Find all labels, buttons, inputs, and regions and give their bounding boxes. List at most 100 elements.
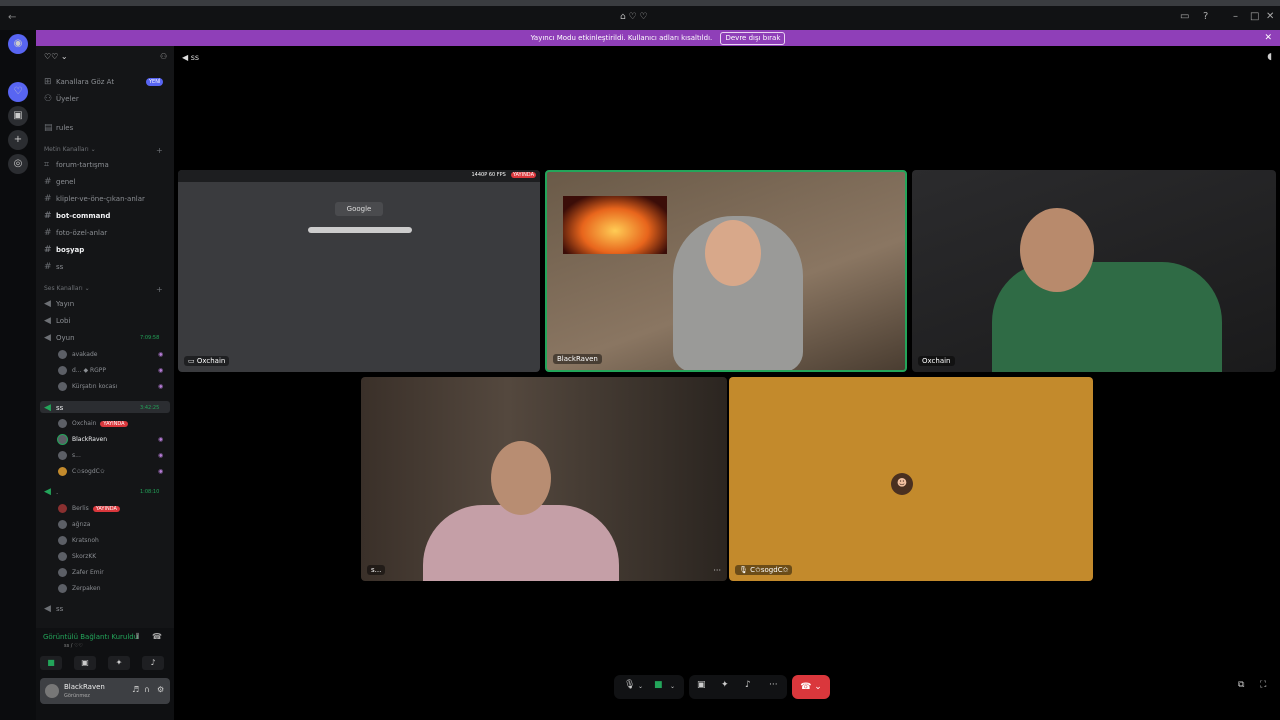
disconnect-call-button[interactable]: ☎ ⌄ — [792, 675, 830, 699]
members-item[interactable]: ⚇ Üyeler — [44, 94, 79, 104]
activity-icon[interactable]: ✦ — [108, 656, 130, 670]
video-tile[interactable]: Oxchain — [912, 170, 1276, 372]
person-head — [705, 220, 761, 286]
speaker-icon: ◀ — [44, 316, 51, 326]
chevron-down-icon[interactable]: ⌄ — [638, 683, 643, 690]
search-bar — [308, 227, 412, 233]
activity-icon[interactable]: ✦ — [721, 680, 729, 690]
chevron-down-icon[interactable]: ⌄ — [670, 683, 675, 690]
screen-share-icon[interactable]: ▣ — [697, 680, 706, 690]
more-options-icon[interactable]: ··· — [713, 566, 721, 575]
soundboard-icon[interactable]: ♪ — [745, 680, 751, 690]
channel-ss-text[interactable]: # ss — [44, 262, 63, 272]
stream-icon: ◉ — [158, 367, 164, 374]
speaker-icon: ◀ — [44, 604, 51, 614]
voice-ss-2[interactable]: ◀ ss — [44, 604, 63, 614]
channel-bot-command[interactable]: # bot-command — [44, 211, 110, 221]
avatar — [58, 419, 67, 428]
voice-user[interactable]: avakade — [58, 350, 97, 359]
user-panel[interactable]: BlackRaven Görünmez ♬ ∩ ⚙ — [40, 678, 170, 704]
channel-bosyap[interactable]: # boşyap — [44, 245, 84, 255]
add-member-icon[interactable]: ⚇ — [160, 52, 167, 61]
camera-icon[interactable]: ■ — [654, 680, 663, 690]
voice-user[interactable]: Kürşatın kocası — [58, 382, 117, 391]
add-voice-channel-icon[interactable]: + — [156, 285, 163, 294]
video-tile[interactable]: s... ··· — [361, 377, 727, 581]
browse-channels[interactable]: ⊞ Kanallara Göz At — [44, 77, 114, 87]
channel-genel[interactable]: # genel — [44, 177, 75, 187]
live-badge: YAYINDA — [510, 172, 536, 178]
disable-streamer-mode-button[interactable]: Devre dışı bırak — [720, 32, 786, 45]
user-status: Görünmez — [64, 693, 90, 699]
stream-quality: 1440P 60 FPS YAYINDA — [471, 172, 536, 178]
voice-user[interactable]: Zerpaken — [58, 584, 101, 593]
media-controls: 🎙︎ ⌄ ■ ⌄ — [614, 675, 684, 699]
voice-lobi[interactable]: ◀ Lobi — [44, 316, 70, 326]
voice-user[interactable]: Berlis YAYINDA — [58, 504, 120, 513]
disconnect-icon[interactable]: ☎ — [152, 632, 162, 641]
camera-toggle-icon[interactable]: ■ — [40, 656, 62, 670]
soundboard-icon[interactable]: ♪ — [142, 656, 164, 670]
channel-klipler[interactable]: # klipler-ve-öne-çıkan-anlar — [44, 194, 145, 204]
voice-user[interactable]: Kratsnoh — [58, 536, 99, 545]
voice-connection-panel: Görüntülü Bağlantı Kuruldu ss / ♡♡ ⫴ ☎ ■… — [36, 628, 174, 720]
stage-channel-title: ◀ ss — [182, 53, 200, 62]
app-title: ⌂ ♡ ♡ — [620, 12, 648, 22]
settings-gear-icon[interactable]: ⚙ — [157, 685, 164, 694]
server-name: ♡♡ — [44, 52, 59, 61]
help-icon[interactable]: ? — [1203, 11, 1208, 22]
add-server-icon[interactable]: + — [8, 130, 28, 150]
minimize-icon[interactable]: – — [1233, 11, 1238, 22]
channel-rules[interactable]: ▤ rules — [44, 123, 73, 133]
video-tile-speaking[interactable]: BlackRaven — [545, 170, 907, 372]
popout-icon[interactable]: ⧉ — [1238, 680, 1244, 690]
voice-other[interactable]: ◀. — [44, 487, 58, 497]
voice-user[interactable]: s... — [58, 451, 81, 460]
speaker-icon: ◀ — [44, 333, 51, 343]
voice-yayin[interactable]: ◀ Yayın — [44, 299, 74, 309]
more-icon[interactable]: ··· — [769, 680, 778, 690]
discover-icon[interactable]: ◎ — [8, 154, 28, 174]
hash-icon: # — [44, 262, 52, 272]
channel-foto[interactable]: # foto-özel-anlar — [44, 228, 107, 238]
members-icon: ⚇ — [44, 94, 53, 104]
camera-icon: ◉ — [158, 436, 164, 443]
user-name: BlackRaven — [64, 683, 105, 691]
avatar — [58, 552, 67, 561]
screen-share-icon[interactable]: ▣ — [74, 656, 96, 670]
noise-icon[interactable]: ⫴ — [136, 632, 139, 642]
close-window-icon[interactable]: ✕ — [1266, 11, 1274, 22]
discord-home-icon[interactable]: ◉ — [8, 34, 28, 54]
voice-user[interactable]: Oxchain YAYINDA — [58, 419, 128, 428]
person-body — [992, 262, 1222, 372]
voice-user[interactable]: d... ◆ RGPP — [58, 366, 106, 375]
headphones-icon[interactable]: ∩ — [144, 685, 150, 694]
voice-user[interactable]: C✩sogdC✩ — [58, 467, 105, 476]
voice-ss[interactable]: ◀ ss — [44, 403, 63, 413]
voice-user[interactable]: ağrıza — [58, 520, 90, 529]
voice-oyun[interactable]: ◀ Oyun — [44, 333, 75, 343]
voice-user[interactable]: Zafer Emir — [58, 568, 104, 577]
add-channel-icon[interactable]: + — [156, 146, 163, 155]
back-icon[interactable]: ← — [8, 12, 16, 23]
server-icon-2[interactable]: ▣ — [8, 106, 28, 126]
mic-icon[interactable]: ♬ — [132, 685, 139, 694]
google-logo: Google — [335, 202, 383, 216]
voice-user[interactable]: BlackRaven — [58, 435, 107, 444]
maximize-icon[interactable]: □ — [1250, 11, 1259, 22]
avatar-tile[interactable]: ☻ 🎙︎ C✩sogdC✩ — [729, 377, 1093, 581]
screen-share-tile[interactable]: 1440P 60 FPS YAYINDA Google ▭ Oxchain — [178, 170, 540, 372]
close-banner-icon[interactable]: ✕ — [1264, 30, 1272, 46]
fireplace-tv — [563, 196, 667, 254]
server-icon[interactable]: ♡ — [8, 82, 28, 102]
voice-user[interactable]: SkorzKK — [58, 552, 96, 561]
inbox-icon[interactable]: ▭ — [1180, 11, 1189, 22]
microphone-icon[interactable]: 🎙︎ — [624, 680, 635, 690]
tile-label: Oxchain — [918, 356, 955, 366]
chat-icon[interactable]: ◖ — [1267, 52, 1272, 62]
server-header[interactable]: ♡♡ ⌄ ⚇ — [44, 52, 167, 61]
fullscreen-icon[interactable]: ⛶ — [1260, 680, 1266, 690]
category-text[interactable]: Metin Kanalları ⌄ + — [44, 146, 163, 155]
category-voice[interactable]: Ses Kanalları ⌄ + — [44, 285, 163, 294]
channel-forum[interactable]: ⌗ forum-tartışma — [44, 160, 109, 170]
